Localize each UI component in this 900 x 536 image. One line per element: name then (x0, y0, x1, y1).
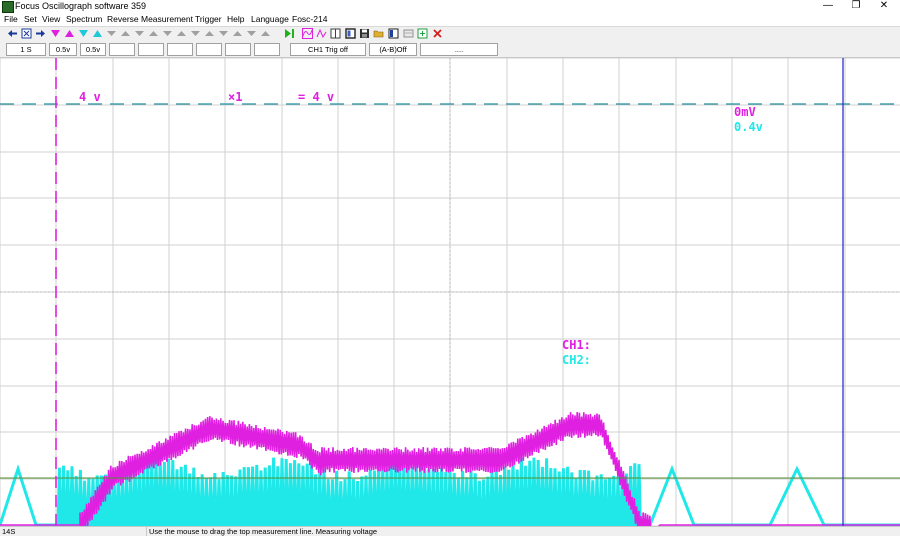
ch2-offset-label: 0.4v (734, 120, 763, 134)
blank-field-3[interactable] (167, 43, 193, 56)
close-button[interactable]: ✕ (870, 0, 898, 12)
minimize-button[interactable]: — (814, 0, 842, 12)
blank-field-1[interactable] (109, 43, 135, 56)
ch2-measure-label: CH2: (562, 353, 591, 367)
menu-bar: File Set View Spectrum Reverse Measureme… (0, 13, 900, 26)
blank-field-2[interactable] (138, 43, 164, 56)
menu-set[interactable]: Set (24, 14, 37, 24)
settings-icon[interactable] (417, 28, 428, 39)
ch1-volts-field[interactable]: 0.5v (49, 43, 77, 56)
trigger-fall-3-icon[interactable] (134, 28, 145, 39)
ch1-trigger-down-icon[interactable] (50, 28, 61, 39)
ch1-trigger-up-icon[interactable] (64, 28, 75, 39)
scale-multiplier-label: ×1 (228, 90, 242, 104)
blank-field-5[interactable] (225, 43, 251, 56)
trigger-fall-8-icon[interactable] (204, 28, 215, 39)
ch1-offset-label: 0mV (734, 105, 756, 119)
waveform-plot[interactable] (0, 58, 900, 526)
app-icon (2, 1, 14, 13)
grid-icon[interactable] (345, 28, 356, 39)
scale-result-label: = 4 v (298, 90, 334, 104)
scale-volts-label: 4 v (79, 90, 101, 104)
zoom-box-icon[interactable] (21, 28, 32, 39)
title-bar: Focus Oscillograph software 359 — ❐ ✕ (0, 0, 900, 13)
menu-view[interactable]: View (42, 14, 60, 24)
timebase-field[interactable]: 1 S (6, 43, 46, 56)
trigger-fall-9-icon[interactable] (218, 28, 229, 39)
oscilloscope-screen[interactable]: 4 v ×1 = 4 v 0mV 0.4v CH1: CH2: (0, 58, 900, 526)
ch2-trigger-down-icon[interactable] (78, 28, 89, 39)
menu-file[interactable]: File (4, 14, 18, 24)
toolbar (0, 26, 900, 42)
maximize-button[interactable]: ❐ (842, 0, 870, 12)
single-icon[interactable] (302, 28, 313, 39)
cursor-icon[interactable] (330, 28, 341, 39)
copy-icon[interactable] (388, 28, 399, 39)
trigger-fall-4-icon[interactable] (148, 28, 159, 39)
menu-measurement[interactable]: Measurement (141, 14, 193, 24)
menu-help[interactable]: Help (227, 14, 244, 24)
ch2-trigger-up-icon[interactable] (92, 28, 103, 39)
window-title: Focus Oscillograph software 359 (15, 1, 146, 11)
trigger-fall-6-icon[interactable] (176, 28, 187, 39)
arrow-right-icon[interactable] (35, 28, 46, 39)
menu-trigger[interactable]: Trigger (195, 14, 222, 24)
math-status-field[interactable]: (A-B)Off (369, 43, 417, 56)
trigger-status-field[interactable]: CH1 Trig off (290, 43, 366, 56)
measure-icon[interactable] (316, 28, 327, 39)
menu-spectrum[interactable]: Spectrum (66, 14, 102, 24)
trigger-fall-11-icon[interactable] (246, 28, 257, 39)
menu-language[interactable]: Language (251, 14, 289, 24)
blank-field-6[interactable] (254, 43, 280, 56)
trigger-fall-7-icon[interactable] (190, 28, 201, 39)
save-icon[interactable] (359, 28, 370, 39)
trigger-fall-10-icon[interactable] (232, 28, 243, 39)
trigger-fall-12-icon[interactable] (260, 28, 271, 39)
ch1-measure-label: CH1: (562, 338, 591, 352)
trigger-fall-1-icon[interactable] (106, 28, 117, 39)
exit-icon[interactable] (432, 28, 443, 39)
arrow-left-icon[interactable] (7, 28, 18, 39)
blank-field-4[interactable] (196, 43, 222, 56)
trigger-fall-2-icon[interactable] (120, 28, 131, 39)
menu-fosc-214[interactable]: Fosc-214 (292, 14, 327, 24)
open-folder-icon[interactable] (373, 28, 384, 39)
ch2-volts-field[interactable]: 0.5v (80, 43, 106, 56)
run-icon[interactable] (284, 28, 295, 39)
extra-status-field[interactable]: .... (420, 43, 498, 56)
trigger-fall-5-icon[interactable] (162, 28, 173, 39)
print-icon[interactable] (403, 28, 414, 39)
settings-row: 1 S 0.5v 0.5v CH1 Trig off (A-B)Off .... (0, 41, 900, 58)
menu-reverse[interactable]: Reverse (107, 14, 139, 24)
